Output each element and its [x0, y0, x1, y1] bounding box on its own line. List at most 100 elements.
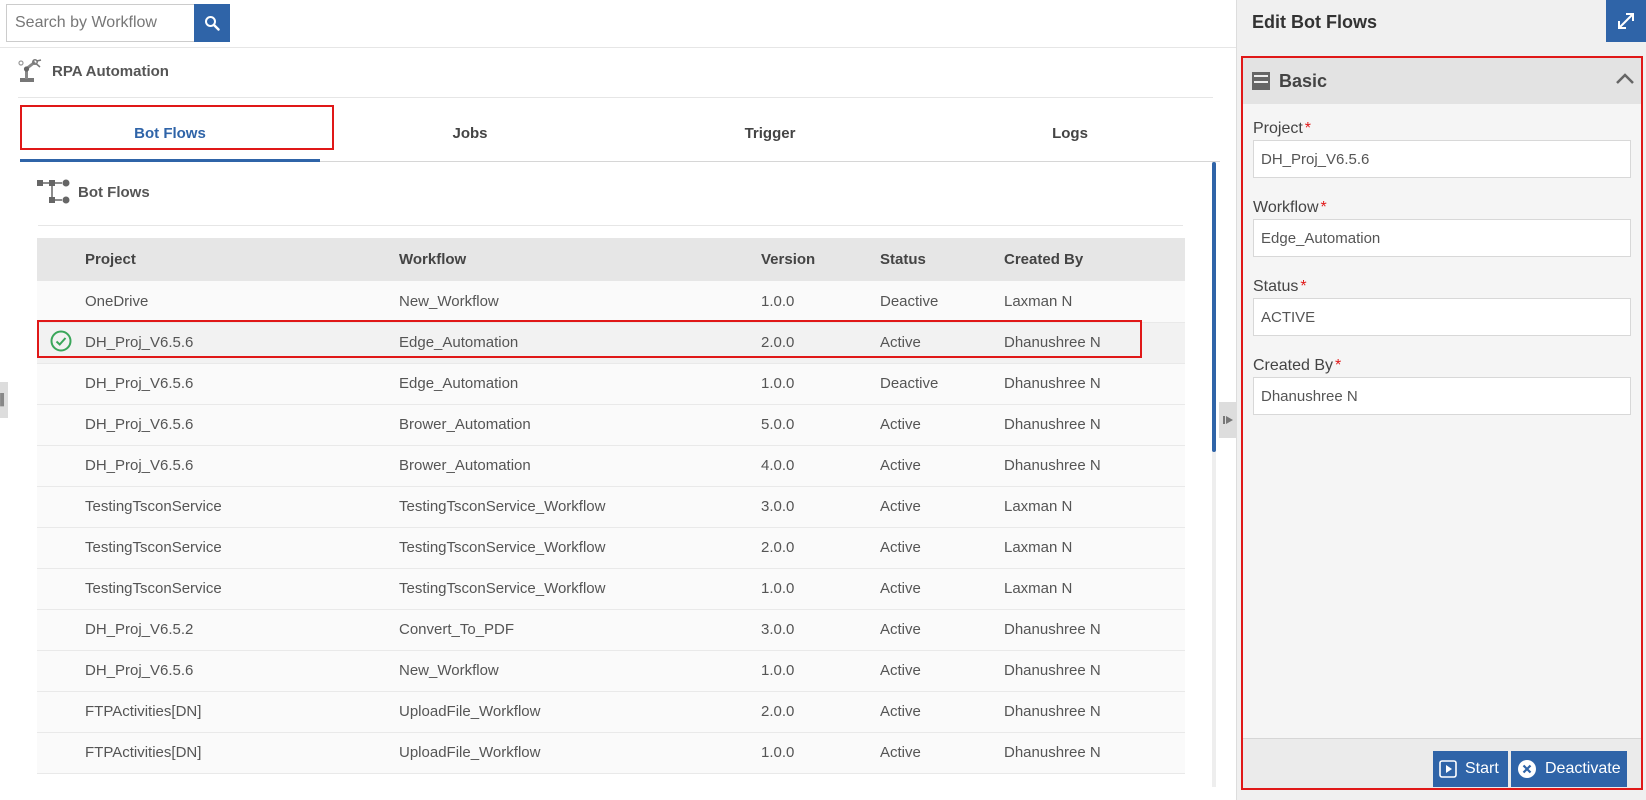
cell-status: Active [880, 650, 1004, 692]
close-circle-icon [1518, 760, 1536, 778]
table-row[interactable]: DH_Proj_V6.5.6 Edge_Automation 2.0.0 Active… [37, 322, 1185, 364]
row-select-cell[interactable] [37, 404, 85, 446]
cell-project: DH_Proj_V6.5.6 [85, 363, 399, 405]
row-select-cell[interactable] [37, 568, 85, 610]
basic-section-title: Basic [1279, 70, 1328, 91]
basic-section-header[interactable]: Basic [1243, 58, 1641, 104]
table-row[interactable]: TestingTsconService TestingTsconService_W… [37, 486, 1185, 528]
row-select-cell[interactable] [37, 609, 85, 651]
created-by-label: Created By [1253, 357, 1334, 374]
status-field[interactable] [1253, 298, 1631, 336]
row-select-cell[interactable] [37, 445, 85, 487]
cell-status: Active [880, 322, 1004, 364]
table-row[interactable]: DH_Proj_V6.5.6 Edge_Automation 1.0.0 Deacti… [37, 363, 1185, 405]
cell-project: TestingTsconService [85, 486, 399, 528]
table-row[interactable]: DH_Proj_V6.5.6 Brower_Automation 4.0.0 Acti… [37, 445, 1185, 487]
cell-status: Active [880, 568, 1004, 610]
cell-project: TestingTsconService [85, 527, 399, 569]
created-by-field-group: Created By * [1253, 357, 1631, 415]
status-field-group: Status * [1253, 278, 1631, 336]
cell-project: FTPActivities[DN] [85, 691, 399, 733]
cell-project: DH_Proj_V6.5.6 [85, 650, 399, 692]
cell-status: Active [880, 609, 1004, 651]
robot-arm-icon [18, 59, 42, 82]
row-select-cell[interactable] [37, 732, 85, 774]
cell-created-by: Laxman N [1004, 527, 1185, 569]
row-select-cell[interactable] [37, 322, 85, 364]
edit-panel: Edit Bot Flows Basic Project* Workflow* [1236, 0, 1646, 800]
start-button[interactable]: Start [1433, 751, 1508, 787]
table-row[interactable]: DH_Proj_V6.5.6 New_Workflow 1.0.0 Active Dha… [37, 650, 1185, 692]
cell-version: 1.0.0 [761, 363, 880, 405]
cell-status: Deactive [880, 281, 1004, 323]
column-header-created-by[interactable]: Created By [1004, 238, 1185, 281]
scrollbar-thumb[interactable] [1212, 162, 1216, 452]
cell-version: 4.0.0 [761, 445, 880, 487]
column-header-version[interactable]: Version [761, 238, 880, 281]
tab-logs[interactable]: Logs [920, 105, 1220, 161]
created-by-field[interactable] [1253, 377, 1631, 415]
row-select-cell[interactable] [37, 281, 85, 323]
cell-workflow: Brower_Automation [399, 445, 761, 487]
chevron-up-icon[interactable] [1613, 67, 1637, 91]
table-header-row: Project Workflow Version Status Created … [37, 238, 1185, 281]
cell-created-by: Dhanushree N [1004, 404, 1185, 446]
tab-bar: Bot Flows Jobs Trigger Logs [20, 105, 1220, 162]
cell-workflow: Brower_Automation [399, 404, 761, 446]
cell-created-by: Dhanushree N [1004, 609, 1185, 651]
row-select-cell[interactable] [37, 527, 85, 569]
play-icon [1439, 760, 1457, 778]
expand-button[interactable] [1606, 0, 1646, 42]
cell-project: TestingTsconService [85, 568, 399, 610]
table-row[interactable]: DH_Proj_V6.5.2 Convert_To_PDF 3.0.0 Active D… [37, 609, 1185, 651]
check-circle-icon [50, 330, 72, 351]
cell-project: DH_Proj_V6.5.6 [85, 404, 399, 446]
start-label: Start [1465, 760, 1499, 777]
row-select-cell[interactable] [37, 691, 85, 733]
tab-jobs[interactable]: Jobs [320, 105, 620, 161]
deactivate-button[interactable]: Deactivate [1511, 751, 1627, 787]
search-button[interactable] [194, 4, 230, 42]
cell-version: 3.0.0 [761, 609, 880, 651]
tab-bot-flows[interactable]: Bot Flows [20, 105, 320, 162]
workflow-field[interactable] [1253, 219, 1631, 257]
column-header-project[interactable]: Project [85, 238, 399, 281]
cell-workflow: UploadFile_Workflow [399, 691, 761, 733]
cell-workflow: TestingTsconService_Workflow [399, 486, 761, 528]
section-title: Bot Flows [78, 183, 150, 201]
table-row[interactable]: FTPActivities[DN] UploadFile_Workflow 1.0.… [37, 732, 1185, 774]
table-row[interactable]: DH_Proj_V6.5.6 Brower_Automation 5.0.0 Acti… [37, 404, 1185, 446]
cell-created-by: Laxman N [1004, 486, 1185, 528]
cell-created-by: Dhanushree N [1004, 732, 1185, 774]
cell-workflow: TestingTsconService_Workflow [399, 527, 761, 569]
column-header-workflow[interactable]: Workflow [399, 238, 761, 281]
cell-workflow: Edge_Automation [399, 322, 761, 364]
app-header: RPA Automation [18, 58, 169, 84]
table-row[interactable]: TestingTsconService TestingTsconService_W… [37, 527, 1185, 569]
project-label: Project [1253, 120, 1303, 137]
panel-toggle-handle[interactable] [1219, 402, 1236, 438]
cell-version: 3.0.0 [761, 486, 880, 528]
table-row[interactable]: OneDrive New_Workflow 1.0.0 Deactive Laxman … [37, 281, 1185, 323]
project-field[interactable] [1253, 140, 1631, 178]
project-field-group: Project * [1253, 120, 1631, 178]
bot-flows-table: Project Workflow Version Status Created … [37, 238, 1185, 774]
cell-created-by: Dhanushree N [1004, 363, 1185, 405]
column-header-status[interactable]: Status [880, 238, 1004, 281]
cell-version: 1.0.0 [761, 568, 880, 610]
form-icon [1252, 72, 1270, 90]
row-select-cell[interactable] [37, 650, 85, 692]
tab-trigger[interactable]: Trigger [620, 105, 920, 161]
cell-created-by: Dhanushree N [1004, 322, 1185, 364]
table-row[interactable]: TestingTsconService TestingTsconService_W… [37, 568, 1185, 610]
panel-title: Edit Bot Flows [1252, 12, 1377, 32]
main-area: RPA Automation Bot Flows Jobs Trigger Lo… [0, 0, 1236, 800]
row-select-cell[interactable] [37, 363, 85, 405]
table-row[interactable]: FTPActivities[DN] UploadFile_Workflow 2.0.… [37, 691, 1185, 733]
search-input[interactable] [6, 4, 194, 42]
left-collapse-handle[interactable]: ▌ [0, 382, 8, 418]
workflow-field-group: Workflow * [1253, 199, 1631, 257]
basic-section: Basic Project* Workflow* Status* Created… [1241, 56, 1643, 790]
divider [0, 47, 1236, 48]
row-select-cell[interactable] [37, 486, 85, 528]
